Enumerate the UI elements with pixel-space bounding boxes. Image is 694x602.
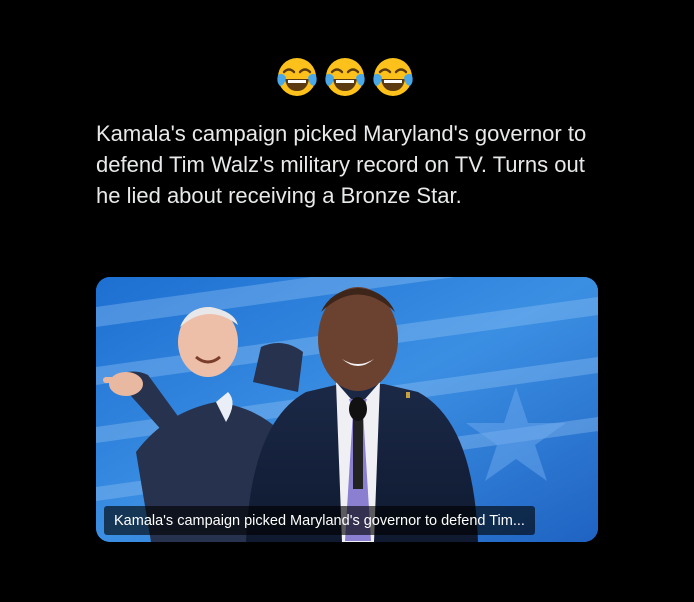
video-caption: Kamala's campaign picked Maryland's gove… (104, 506, 535, 535)
post-text: Kamala's campaign picked Maryland's gove… (96, 121, 587, 208)
media-image[interactable] (96, 277, 598, 542)
emoji-row (275, 55, 415, 99)
stage-photo (96, 277, 598, 542)
laughing-emoji-icon (277, 58, 317, 96)
laughing-emoji-icon (325, 58, 365, 96)
post-card: Kamala's campaign picked Maryland's gove… (0, 0, 694, 602)
laughing-emoji-icon (373, 58, 413, 96)
